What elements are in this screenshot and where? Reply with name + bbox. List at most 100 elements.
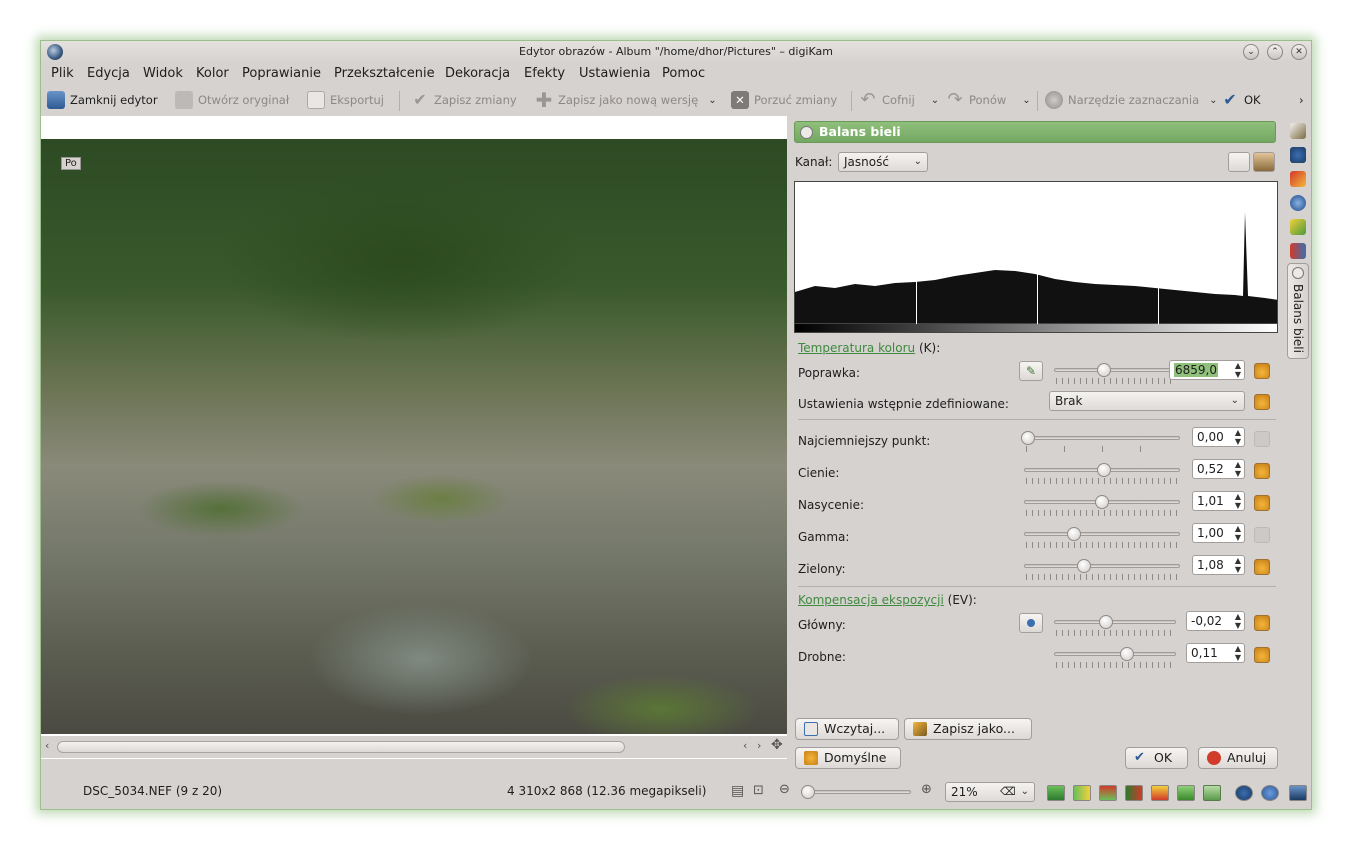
shadows-slider-knob[interactable]: [1097, 463, 1111, 477]
redo-button[interactable]: ↷ Ponów ⌄: [946, 89, 1030, 111]
green-slider-knob[interactable]: [1077, 559, 1091, 573]
histogram[interactable]: [794, 181, 1278, 333]
fine-exposure-spinbox[interactable]: 0,11 ▲ ▼: [1186, 643, 1245, 663]
clear-icon[interactable]: ⌫: [1000, 783, 1016, 801]
save-as-new-version-button[interactable]: ✚ Zapisz jako nową wersję ⌄: [535, 89, 717, 111]
preview-target-icon[interactable]: [1177, 785, 1195, 801]
gamma-spinbox[interactable]: 1,00 ▲ ▼: [1192, 523, 1245, 543]
spin-arrows[interactable]: ▲ ▼: [1235, 612, 1241, 630]
globe-icon[interactable]: [1290, 195, 1306, 211]
green-spinbox[interactable]: 1,08 ▲ ▼: [1192, 555, 1245, 575]
export-button[interactable]: Eksportuj: [307, 89, 384, 111]
menu-edycja[interactable]: Edycja: [87, 66, 130, 81]
image-canvas[interactable]: Po ‹ ‹ › ✥: [41, 116, 787, 759]
spin-arrows[interactable]: ▲ ▼: [1235, 644, 1241, 662]
linear-scale-button[interactable]: [1228, 152, 1250, 172]
menu-ustawienia[interactable]: Ustawienia: [579, 66, 650, 81]
main-exposure-slider[interactable]: [1054, 620, 1176, 624]
saturation-slider-knob[interactable]: [1095, 495, 1109, 509]
zoom-in-icon[interactable]: ⊕: [921, 782, 932, 797]
darkest-point-slider-knob[interactable]: [1021, 431, 1035, 445]
auto-exposure-button[interactable]: [1019, 613, 1043, 633]
zoom-select[interactable]: 21% ⌫ ⌄: [945, 782, 1035, 802]
reset-shadows-icon[interactable]: [1254, 463, 1270, 479]
temperature-slider[interactable]: [1054, 368, 1176, 372]
preset-select[interactable]: Brak ⌄: [1049, 391, 1245, 411]
temperature-spinbox[interactable]: 6859,0 ▲ ▼: [1169, 360, 1245, 380]
darkest-point-spinbox[interactable]: 0,00 ▲ ▼: [1192, 427, 1245, 447]
preview-split-vertical-icon[interactable]: [1125, 785, 1143, 801]
toolbar-overflow-button[interactable]: ›: [1299, 89, 1304, 111]
load-button[interactable]: Wczytaj...: [795, 718, 899, 740]
reset-gamma-icon[interactable]: [1254, 527, 1270, 543]
menu-przeksztalcenie[interactable]: Przekształcenie: [334, 66, 435, 81]
tag-icon[interactable]: [1290, 219, 1306, 235]
chevron-down-icon[interactable]: ⌄: [708, 95, 716, 106]
close-button[interactable]: ✕: [1291, 44, 1307, 60]
filters-icon[interactable]: [1290, 243, 1306, 259]
close-editor-button[interactable]: Zamknij edytor: [47, 89, 158, 111]
channel-select[interactable]: Jasność ⌄: [838, 152, 928, 172]
horizontal-scrollbar[interactable]: ‹ ‹ › ✥: [41, 736, 787, 758]
ok-button[interactable]: ✔ OK: [1125, 747, 1188, 769]
main-exposure-slider-knob[interactable]: [1099, 615, 1113, 629]
reset-main-exposure-icon[interactable]: [1254, 615, 1270, 631]
exposure-link[interactable]: Kompensacja ekspozycji: [798, 593, 944, 607]
spin-arrows[interactable]: ▲ ▼: [1235, 492, 1241, 510]
ok-toolbar-button[interactable]: ✔ OK: [1221, 89, 1260, 111]
preview-split-icon[interactable]: [1073, 785, 1091, 801]
main-exposure-spinbox[interactable]: -0,02 ▲ ▼: [1186, 611, 1245, 631]
spin-arrows[interactable]: ▲ ▼: [1235, 361, 1241, 379]
cancel-button[interactable]: Anuluj: [1198, 747, 1278, 769]
fine-exposure-slider-knob[interactable]: [1120, 647, 1134, 661]
reset-preset-icon[interactable]: [1254, 394, 1270, 410]
chevron-left-icon[interactable]: ‹: [45, 739, 49, 752]
preview-after-icon[interactable]: [1203, 785, 1221, 801]
gamma-slider[interactable]: [1024, 532, 1180, 536]
save-changes-button[interactable]: ✔ Zapisz zmiany: [411, 89, 516, 111]
temperature-link[interactable]: Temperatura koloru: [798, 341, 915, 355]
shadows-spinbox[interactable]: 0,52 ▲ ▼: [1192, 459, 1245, 479]
info-icon[interactable]: [1290, 147, 1306, 163]
open-original-button[interactable]: Otwórz oryginał: [175, 89, 289, 111]
spin-arrows[interactable]: ▲ ▼: [1235, 524, 1241, 542]
color-managed-view-icon[interactable]: [1289, 785, 1307, 801]
underexposure-icon[interactable]: ▤: [731, 783, 744, 799]
reset-darkest-icon[interactable]: [1254, 431, 1270, 447]
fine-exposure-slider[interactable]: [1054, 652, 1176, 656]
spin-arrows[interactable]: ▲ ▼: [1235, 460, 1241, 478]
edit-icon[interactable]: [1290, 123, 1306, 139]
darkest-point-slider[interactable]: [1024, 436, 1180, 440]
chevron-left-icon[interactable]: ‹: [743, 739, 747, 752]
chevron-down-icon[interactable]: ⌄: [1022, 95, 1030, 106]
menu-kolor[interactable]: Kolor: [196, 66, 229, 81]
chevron-down-icon[interactable]: ⌄: [1209, 95, 1217, 106]
undo-button[interactable]: ↶ Cofnij ⌄: [859, 89, 939, 111]
navigator-icon[interactable]: ✥: [771, 737, 783, 753]
reset-temperature-icon[interactable]: [1254, 363, 1270, 379]
minimize-button[interactable]: ⌄: [1243, 44, 1259, 60]
saturation-spinbox[interactable]: 1,01 ▲ ▼: [1192, 491, 1245, 511]
reset-saturation-icon[interactable]: [1254, 495, 1270, 511]
colors-icon[interactable]: [1290, 171, 1306, 187]
zoom-out-icon[interactable]: ⊖: [779, 782, 790, 797]
overexposure-indicator-icon[interactable]: [1261, 785, 1279, 801]
green-slider[interactable]: [1024, 564, 1180, 568]
discard-changes-button[interactable]: ✕ Porzuć zmiany: [731, 89, 837, 111]
sidebar-tab-white-balance[interactable]: Balans bieli: [1287, 263, 1309, 359]
fit-window-icon[interactable]: ⊡: [753, 783, 764, 798]
photo-preview[interactable]: Po: [41, 139, 787, 734]
spin-arrows[interactable]: ▲ ▼: [1235, 428, 1241, 446]
menu-poprawianie[interactable]: Poprawianie: [242, 66, 321, 81]
underexposure-indicator-icon[interactable]: [1235, 785, 1253, 801]
reset-green-icon[interactable]: [1254, 559, 1270, 575]
color-picker-button[interactable]: ✎: [1019, 361, 1043, 381]
digikam-app-icon[interactable]: [47, 44, 63, 60]
menu-pomoc[interactable]: Pomoc: [662, 66, 705, 81]
preview-split-horizontal-icon[interactable]: [1099, 785, 1117, 801]
spin-arrows[interactable]: ▲ ▼: [1235, 556, 1241, 574]
scrollbar-thumb[interactable]: [57, 741, 625, 753]
preview-original-icon[interactable]: [1047, 785, 1065, 801]
menu-efekty[interactable]: Efekty: [524, 66, 565, 81]
menu-plik[interactable]: Plik: [51, 66, 74, 81]
